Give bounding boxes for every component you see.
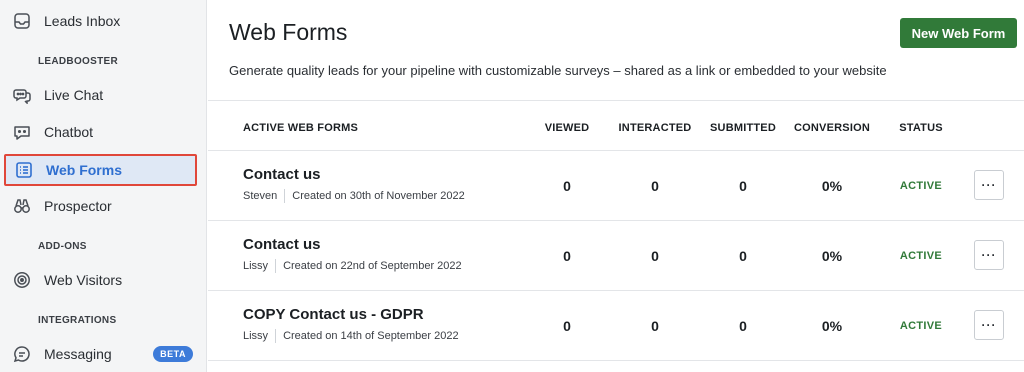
sidebar-item-live-chat[interactable]: Live Chat xyxy=(0,80,207,110)
bot-icon xyxy=(12,122,32,142)
column-header-submitted: SUBMITTED xyxy=(710,122,776,134)
page-title: Web Forms xyxy=(229,19,348,45)
conversion-rate: 0% xyxy=(821,318,843,334)
binoculars-icon xyxy=(12,196,32,216)
table-row[interactable]: Contact us Lissy Created on 22nd of Sept… xyxy=(208,220,1024,290)
status-badge: ACTIVE xyxy=(899,180,943,192)
submitted-count: 0 xyxy=(739,178,747,194)
form-name[interactable]: COPY Contact us - GDPR xyxy=(243,306,424,323)
new-web-form-button[interactable]: New Web Form xyxy=(900,18,1017,48)
form-created-date: Created on 22nd of September 2022 xyxy=(283,260,462,272)
form-meta: Steven Created on 30th of November 2022 xyxy=(243,189,465,203)
more-options-button[interactable]: ··· xyxy=(974,240,1004,270)
sidebar-item-label: Live Chat xyxy=(44,87,104,103)
inbox-icon xyxy=(12,11,32,31)
column-header-status: STATUS xyxy=(899,122,943,134)
sidebar-item-label: Chatbot xyxy=(44,124,94,140)
interacted-count: 0 xyxy=(651,248,659,264)
row-divider xyxy=(208,360,1024,361)
page-subtitle: Generate quality leads for your pipeline… xyxy=(229,63,887,78)
submitted-count: 0 xyxy=(739,248,747,264)
form-name[interactable]: Contact us xyxy=(243,236,321,253)
radar-icon xyxy=(12,270,32,290)
interacted-count: 0 xyxy=(651,178,659,194)
sidebar-item-web-forms[interactable]: Web Forms xyxy=(4,154,197,186)
table-row[interactable]: Contact us Steven Created on 30th of Nov… xyxy=(208,150,1024,220)
column-header-interacted: INTERACTED xyxy=(618,122,692,134)
form-meta: Lissy Created on 14th of September 2022 xyxy=(243,329,459,343)
more-options-button[interactable]: ··· xyxy=(974,310,1004,340)
sidebar: Leads Inbox LEADBOOSTER Live Chat Chatbo… xyxy=(0,0,207,372)
form-owner: Lissy xyxy=(243,330,269,342)
form-owner: Lissy xyxy=(243,260,269,272)
meta-separator xyxy=(275,329,277,343)
column-header-conversion: CONVERSION xyxy=(794,122,870,134)
viewed-count: 0 xyxy=(563,318,571,334)
column-header-name: ACTIVE WEB FORMS xyxy=(243,122,359,134)
section-label-leadbooster: LEADBOOSTER xyxy=(38,56,118,67)
meta-separator xyxy=(275,259,277,273)
column-header-viewed: VIEWED xyxy=(544,122,590,134)
viewed-count: 0 xyxy=(563,248,571,264)
form-created-date: Created on 14th of September 2022 xyxy=(283,330,459,342)
interacted-count: 0 xyxy=(651,318,659,334)
submitted-count: 0 xyxy=(739,318,747,334)
form-created-date: Created on 30th of November 2022 xyxy=(292,190,465,202)
header-divider xyxy=(208,100,1024,101)
sidebar-item-label: Leads Inbox xyxy=(44,13,121,29)
sidebar-item-leads-inbox[interactable]: Leads Inbox xyxy=(0,6,207,36)
conversion-rate: 0% xyxy=(821,248,843,264)
table-row[interactable]: COPY Contact us - GDPR Lissy Created on … xyxy=(208,290,1024,360)
viewed-count: 0 xyxy=(563,178,571,194)
beta-badge: BETA xyxy=(153,346,193,362)
sidebar-item-messaging[interactable]: Messaging BETA xyxy=(0,339,207,369)
sidebar-item-chatbot[interactable]: Chatbot xyxy=(0,117,207,147)
sidebar-item-prospector[interactable]: Prospector xyxy=(0,191,207,221)
sidebar-item-label: Web Visitors xyxy=(44,272,123,288)
status-badge: ACTIVE xyxy=(899,250,943,262)
form-name[interactable]: Contact us xyxy=(243,166,321,183)
chat-bubbles-icon xyxy=(12,85,32,105)
form-meta: Lissy Created on 22nd of September 2022 xyxy=(243,259,462,273)
conversion-rate: 0% xyxy=(821,178,843,194)
meta-separator xyxy=(284,189,286,203)
sidebar-item-web-visitors[interactable]: Web Visitors xyxy=(0,265,207,295)
sidebar-item-label: Web Forms xyxy=(46,162,122,178)
section-label-integrations: INTEGRATIONS xyxy=(38,315,117,326)
sidebar-item-label: Prospector xyxy=(44,198,112,214)
list-form-icon xyxy=(14,160,34,180)
status-badge: ACTIVE xyxy=(899,320,943,332)
more-options-button[interactable]: ··· xyxy=(974,170,1004,200)
section-label-addons: ADD-ONS xyxy=(38,241,87,252)
message-icon xyxy=(12,344,32,364)
form-owner: Steven xyxy=(243,190,278,202)
sidebar-item-label: Messaging xyxy=(44,346,112,362)
